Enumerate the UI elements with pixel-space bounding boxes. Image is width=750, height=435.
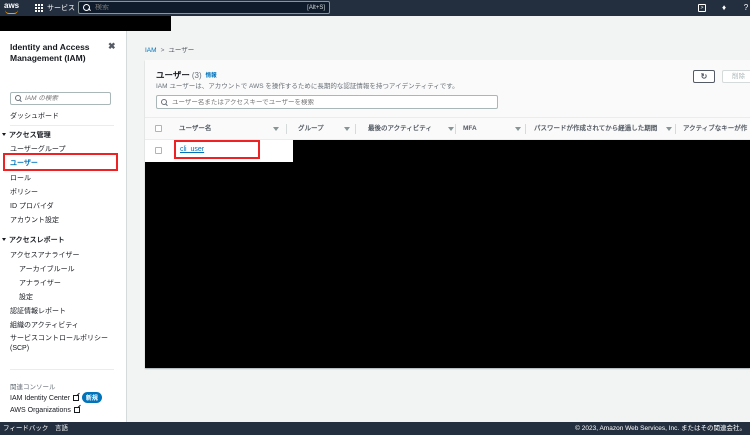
sidebar-item-credential-report[interactable]: 認証情報レポート xyxy=(10,306,66,316)
breadcrumb-current: ユーザー xyxy=(168,47,195,54)
sort-icon xyxy=(515,127,521,131)
grid-icon xyxy=(35,4,43,12)
sidebar-divider xyxy=(10,369,114,370)
sort-icon xyxy=(344,127,350,131)
user-search-box[interactable] xyxy=(156,95,498,109)
sort-icon xyxy=(666,127,672,131)
sidebar-title: Identity and Access Management (IAM) xyxy=(10,42,90,63)
sidebar-section-access-reports[interactable]: アクセスレポート xyxy=(2,235,65,245)
related-link-aws-organizations[interactable]: AWS Organizations xyxy=(10,407,80,414)
sidebar-item-identity-providers[interactable]: ID プロバイダ xyxy=(10,201,54,211)
sidebar-item-roles[interactable]: ロール xyxy=(10,173,31,183)
services-menu-button[interactable]: サービス xyxy=(35,3,75,13)
sidebar-item-account-settings[interactable]: アカウント設定 xyxy=(10,215,59,225)
sidebar-section-access-management[interactable]: アクセス管理 xyxy=(2,130,51,140)
bell-icon[interactable]: ♦ xyxy=(720,4,728,12)
sidebar-search-box[interactable] xyxy=(10,92,111,105)
sidebar-item-policies[interactable]: ポリシー xyxy=(10,187,38,197)
refresh-button[interactable]: ↻ xyxy=(693,70,715,83)
related-link-iam-identity-center[interactable]: IAM Identity Center 新規 xyxy=(10,392,102,403)
users-panel-header: ユーザー (3) 情報 IAM ユーザーは、アカウントで AWS を操作するために長… xyxy=(145,60,750,118)
chevron-right-icon: > xyxy=(160,47,165,54)
close-icon[interactable]: ✖ xyxy=(108,41,116,52)
sidebar-divider xyxy=(10,125,114,126)
external-link-icon xyxy=(73,407,80,413)
info-link[interactable]: 情報 xyxy=(206,73,217,79)
sidebar: Identity and Access Management (IAM) ✖ ダ… xyxy=(0,31,127,422)
breadcrumb-iam-link[interactable]: IAM xyxy=(145,47,157,54)
column-header-active-key[interactable]: アクティブなキーが作 xyxy=(677,118,750,140)
caret-down-icon xyxy=(2,238,6,241)
sidebar-item-archive-rules[interactable]: アーカイブルール xyxy=(19,264,75,274)
help-icon[interactable]: ? xyxy=(742,4,750,12)
users-table-header: ユーザー名 グループ 最後のアクティビティ MFA パスワードが作成されてから経… xyxy=(145,118,750,140)
feedback-link[interactable]: フィードバック xyxy=(3,422,48,435)
sidebar-item-organization-activity[interactable]: 組織のアクティビティ xyxy=(10,320,79,330)
global-search-input[interactable] xyxy=(95,4,285,11)
column-header-last-activity[interactable]: 最後のアクティビティ xyxy=(362,118,456,140)
highlight-box-cli-user xyxy=(174,140,260,159)
sidebar-item-analyzers[interactable]: アナライザー xyxy=(19,278,61,288)
sidebar-item-dashboard[interactable]: ダッシュボード xyxy=(10,111,59,121)
column-header-password-age[interactable]: パスワードが作成されてから経過した期間 xyxy=(528,118,676,140)
new-badge: 新規 xyxy=(81,392,102,403)
user-search-input[interactable] xyxy=(172,98,472,106)
sidebar-item-scp[interactable]: サービスコントロールポリシー (SCP) xyxy=(10,334,120,354)
search-shortcut-hint: [Alt+S] xyxy=(307,4,325,11)
related-consoles-label: 関連コンソール xyxy=(10,384,56,391)
users-description: IAM ユーザーは、アカウントで AWS を操作するために長期的な認証情報を持つ… xyxy=(156,83,459,90)
aws-logo[interactable]: aws xyxy=(3,1,25,15)
row-checkbox[interactable] xyxy=(155,147,162,154)
select-all-checkbox[interactable] xyxy=(155,125,162,132)
global-search-box[interactable]: [Alt+S] xyxy=(78,1,330,14)
delete-button[interactable]: 削除 xyxy=(722,70,750,83)
users-panel: ユーザー (3) 情報 IAM ユーザーは、アカウントで AWS を操作するために長… xyxy=(145,60,750,368)
sort-icon xyxy=(448,127,454,131)
sidebar-search-input[interactable] xyxy=(25,95,105,102)
redacted-table-area xyxy=(293,140,750,368)
top-navigation-bar: aws サービス [Alt+S] > ♦ ? xyxy=(0,0,750,16)
user-count: (3) xyxy=(191,71,202,80)
sort-icon xyxy=(273,127,279,131)
copyright-text: © 2023, Amazon Web Services, Inc. またはその関… xyxy=(575,425,746,432)
cloudshell-icon[interactable]: > xyxy=(698,4,706,12)
search-icon xyxy=(161,98,168,106)
redacted-account-bar xyxy=(0,16,171,31)
aws-smile-icon xyxy=(5,10,18,14)
top-right-actions: > ♦ ? xyxy=(698,0,750,16)
language-selector[interactable]: 言語 xyxy=(55,422,68,435)
footer: フィードバック 言語 © 2023, Amazon Web Services, … xyxy=(0,422,750,435)
column-header-mfa[interactable]: MFA xyxy=(457,118,526,140)
sidebar-item-analyzer-settings[interactable]: 設定 xyxy=(19,292,33,302)
column-header-username[interactable]: ユーザー名 xyxy=(173,118,287,140)
search-icon xyxy=(15,95,22,102)
sidebar-item-access-analyzer[interactable]: アクセスアナライザー xyxy=(10,250,80,260)
external-link-icon xyxy=(72,395,79,401)
column-header-groups[interactable]: グループ xyxy=(292,118,356,140)
refresh-icon: ↻ xyxy=(700,72,708,81)
caret-down-icon xyxy=(2,133,6,136)
redacted-table-area-left xyxy=(145,162,293,368)
highlight-box-sidebar-users xyxy=(3,153,118,171)
search-icon xyxy=(83,3,91,12)
breadcrumb: IAM > ユーザー xyxy=(145,44,194,54)
